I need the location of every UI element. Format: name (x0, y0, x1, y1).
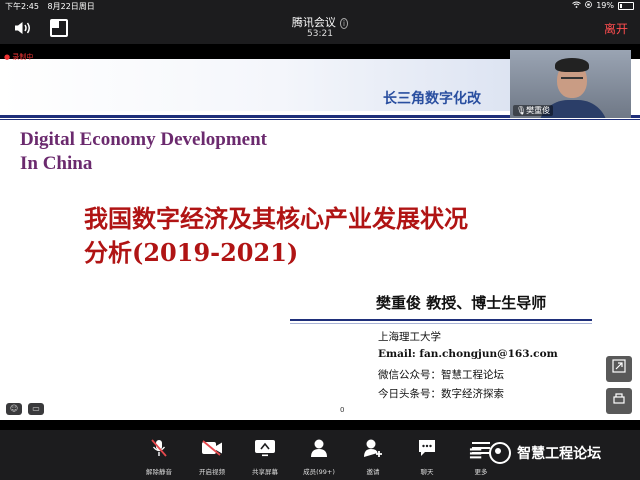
slide-affiliation: 上海理工大学 (378, 331, 441, 343)
toolbar-label: 邀请 (366, 468, 380, 476)
meeting-top-bar: 腾讯会议 i 53:21 离开 (0, 11, 640, 44)
recording-indicator: ● 录制中 (4, 52, 33, 62)
share-screen-button[interactable]: 共享屏幕 (243, 436, 287, 476)
author-divider-thin (290, 323, 592, 324)
meeting-timer: 53:21 (307, 29, 333, 39)
chat-button[interactable]: 聊天 (405, 436, 449, 476)
slide-banner-text: 长三角数字化改 (383, 91, 481, 107)
status-date: 8月22日周日 (47, 2, 95, 11)
orientation-lock-icon (585, 1, 593, 10)
share-screen-icon (243, 436, 287, 460)
recording-label: 录制中 (12, 53, 34, 61)
slide-title-english-line1: Digital Economy Development (20, 129, 267, 150)
emoji-icon[interactable]: ☺ (6, 403, 22, 415)
battery-percent: 19% (596, 1, 614, 10)
status-time: 下午2:45 (5, 2, 39, 11)
meeting-title[interactable]: 腾讯会议 i (0, 14, 640, 30)
start-video-button[interactable]: 开启视频 (190, 436, 234, 476)
screen-layout-icon[interactable] (606, 388, 632, 414)
video-off-icon (190, 436, 234, 460)
meeting-title-text: 腾讯会议 (291, 16, 336, 29)
wifi-icon (572, 1, 582, 10)
menu-glyph-icon: ≡ (468, 442, 484, 464)
slide-title-english: Digital Economy Development In China (20, 128, 267, 176)
slide-toutiao: 今日头条号：数字经济探索 (378, 388, 504, 400)
toolbar-label: 成员(99+) (303, 468, 335, 476)
slide-title-chinese: 我国数字经济及其核心产业发展状况 分析(2019-2021) (84, 202, 468, 270)
slide-divider-thin (0, 119, 640, 120)
slide-wechat: 微信公众号：智慧工程论坛 (378, 369, 504, 381)
toolbar-label: 共享屏幕 (252, 468, 278, 476)
battery-icon (618, 1, 634, 10)
status-bar: 下午2:45 8月22日周日 19% (0, 0, 640, 11)
slide-author: 樊重俊 教授、博士生导师 (376, 294, 547, 312)
watermark-text: 智慧工程论坛 (517, 446, 602, 462)
participant-video-thumbnail[interactable]: 🎙樊重俊 (510, 50, 631, 118)
author-divider (290, 319, 592, 321)
muted-mic-icon (137, 436, 181, 460)
invite-button[interactable]: 邀请 (351, 436, 395, 476)
leave-button[interactable]: 离开 (604, 20, 628, 37)
chat-icon (405, 436, 449, 460)
participant-name-tag: 🎙樊重俊 (513, 105, 554, 116)
members-button[interactable]: 成员(99+) (297, 436, 341, 476)
participant-name: 樊重俊 (526, 106, 551, 115)
members-icon (297, 436, 341, 460)
slide-title-english-line2: In China (20, 153, 93, 174)
mic-icon: 🎙 (516, 106, 527, 115)
toolbar-label: 聊天 (420, 468, 434, 476)
slide-title-chinese-line1: 我国数字经济及其核心产业发展状况 (84, 204, 468, 233)
invite-icon (351, 436, 395, 460)
unmute-button[interactable]: 解除静音 (137, 436, 181, 476)
comment-icon[interactable]: ▭ (28, 403, 44, 415)
toolbar-label: 解除静音 (146, 468, 172, 476)
fullscreen-annotate-icon[interactable] (606, 356, 632, 382)
slide-email: Email: fan.chongjun@163.com (378, 348, 558, 360)
slide-title-chinese-line2: 分析(2019-2021) (84, 238, 299, 267)
toolbar-label: 开启视频 (199, 468, 225, 476)
wechat-logo-icon (489, 442, 512, 464)
toolbar-label: 更多 (474, 468, 488, 476)
info-icon[interactable]: i (339, 18, 349, 29)
watermark: ≡ 智慧工程论坛 (468, 442, 601, 464)
slide-page-number: 0 (340, 406, 345, 414)
